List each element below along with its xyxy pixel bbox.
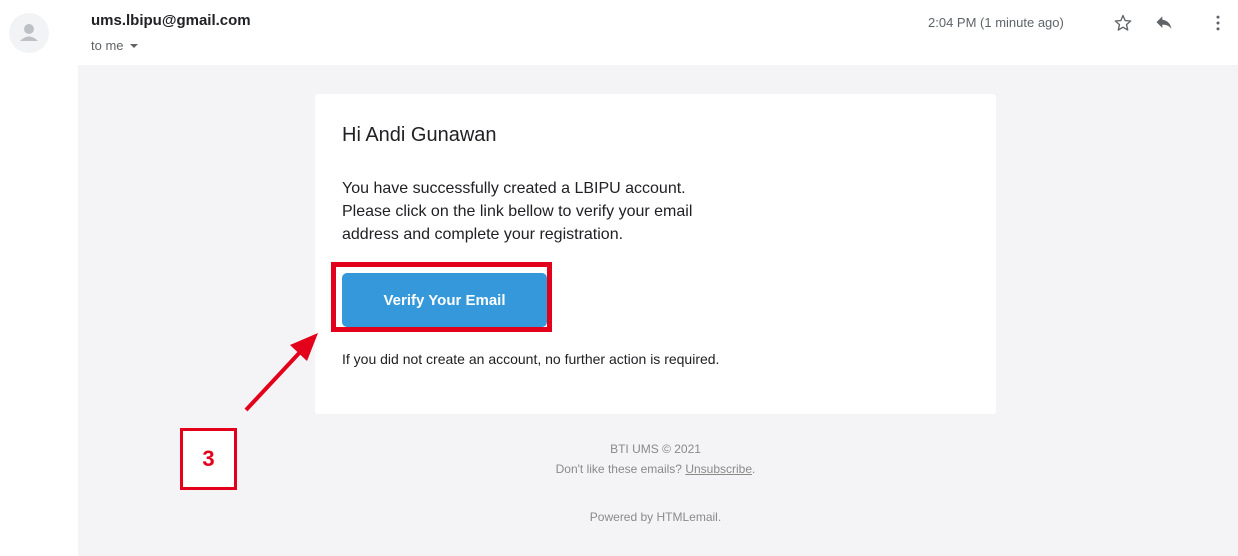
step-number-label: 3 bbox=[180, 428, 237, 490]
